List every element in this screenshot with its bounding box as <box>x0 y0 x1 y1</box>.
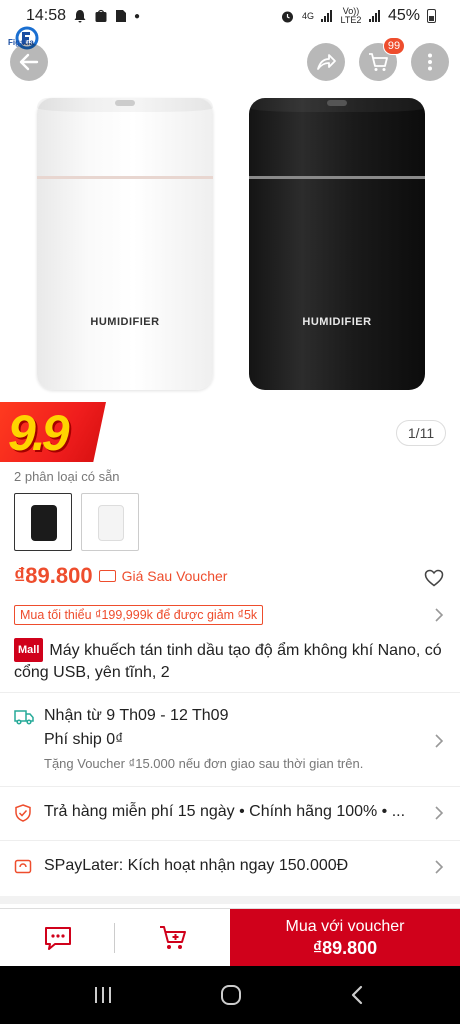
brand-text: HUMIDIFIER <box>302 316 372 328</box>
guarantee-text: Trả hàng miễn phí 15 ngày • Chính hãng 1… <box>44 803 406 820</box>
more-options-button[interactable] <box>411 43 449 81</box>
price-row: ₫89.800 Giá Sau Voucher <box>14 563 227 589</box>
network-type: 4G <box>301 10 314 21</box>
alarm-icon <box>281 11 293 22</box>
late-delivery-note: Tặng Voucher ₫15.000 nếu đơn giao sau th… <box>44 756 364 771</box>
signal-icon-2 <box>368 10 380 22</box>
status-bar: 14:58 ● 4G Vo)) LTE2 45% <box>0 0 460 32</box>
chat-button[interactable] <box>0 909 115 967</box>
min-spend-voucher[interactable]: Mua tối thiểu ₫199,999k để được giảm ₫5k <box>14 605 264 625</box>
chevron-right-icon <box>435 734 444 748</box>
divider <box>0 840 460 841</box>
truck-icon <box>14 710 34 725</box>
battery-icon <box>427 9 436 23</box>
shopee-notification-icon <box>95 9 107 22</box>
product-image-black: HUMIDIFIER <box>249 98 425 390</box>
status-right: 4G Vo)) LTE2 45% <box>280 7 436 25</box>
sim-icon <box>116 10 127 22</box>
variant-image <box>98 505 124 541</box>
image-pager: 1/11 <box>396 420 446 446</box>
divider <box>0 692 460 693</box>
voucher-price-label: Giá Sau Voucher <box>121 568 228 584</box>
notification-icon <box>74 10 86 23</box>
spaylater-text: SPayLater: Kích hoạt nhận ngay 150.000Đ <box>44 857 349 874</box>
system-nav-bar <box>0 966 460 1024</box>
delivery-estimate: Nhận từ 9 Th09 - 12 Th09 <box>44 707 229 724</box>
voucher-ticket-icon <box>98 570 116 582</box>
spaylater-icon <box>14 859 32 874</box>
status-left: 14:58 ● <box>26 7 140 25</box>
volte-label: Vo)) LTE2 <box>340 6 362 25</box>
variant-thumb-white[interactable] <box>81 493 139 551</box>
product-title: Máy khuếch tán tinh dầu tạo độ ẩm không … <box>14 642 442 681</box>
bottom-action-bar: Mua với voucher ₫89.800 <box>0 908 460 967</box>
price-amount: ₫89.800 <box>14 563 93 588</box>
signal-icon <box>320 10 332 22</box>
promo-label: 9.9 <box>8 405 69 461</box>
variant-thumb-black[interactable] <box>14 493 72 551</box>
heart-icon[interactable] <box>424 569 444 587</box>
shipping-fee: Phí ship 0₫ <box>44 731 124 748</box>
chevron-right-icon <box>435 608 444 622</box>
promo-badge: 9.9 <box>0 402 106 462</box>
back-icon[interactable] <box>348 984 368 1006</box>
shield-check-icon <box>15 804 31 822</box>
variant-image <box>31 505 57 541</box>
section-divider <box>0 896 460 904</box>
buy-price: ₫89.800 <box>312 937 378 958</box>
add-to-cart-icon <box>159 926 186 949</box>
battery-percent: 45% <box>387 7 420 24</box>
add-to-cart-button[interactable] <box>115 909 230 967</box>
product-title-row: Mall Máy khuếch tán tinh dầu tạo độ ẩm kh… <box>14 638 450 684</box>
buy-label: Mua với voucher <box>285 917 405 935</box>
back-button[interactable] <box>10 43 48 81</box>
cart-button[interactable]: 99 <box>359 37 405 81</box>
brand-text: HUMIDIFIER <box>90 316 160 328</box>
buy-with-voucher-button[interactable]: Mua với voucher ₫89.800 <box>230 909 460 967</box>
cart-icon <box>369 53 388 71</box>
share-button[interactable] <box>307 43 345 81</box>
mall-tag: Mall <box>14 638 44 662</box>
status-time: 14:58 <box>26 7 67 24</box>
chat-icon <box>44 927 71 950</box>
product-page: 14:58 ● 4G Vo)) LTE2 45% HUMIDIFIER HUMI… <box>0 0 460 1024</box>
recent-apps-icon[interactable] <box>92 985 114 1005</box>
chevron-right-icon <box>435 806 444 820</box>
cart-count-badge: 99 <box>383 37 405 55</box>
product-image-white: HUMIDIFIER <box>37 98 213 390</box>
home-icon[interactable] <box>219 983 243 1007</box>
chevron-right-icon <box>435 860 444 874</box>
dot-icon: ● <box>134 10 141 22</box>
more-vertical-icon <box>428 53 432 71</box>
divider <box>0 786 460 787</box>
variants-label: 2 phân loại có sẵn <box>14 469 120 484</box>
arrow-left-icon <box>19 53 39 71</box>
share-icon <box>317 54 336 70</box>
